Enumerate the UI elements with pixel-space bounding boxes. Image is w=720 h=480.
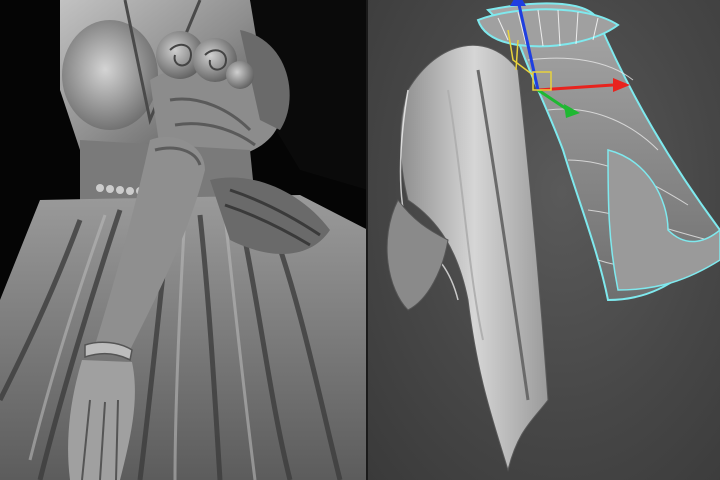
sculpt-render-panel bbox=[0, 0, 368, 480]
bust bbox=[62, 20, 158, 130]
viewport-canvas[interactable] bbox=[368, 0, 720, 480]
sculpt-render-image bbox=[0, 0, 368, 480]
z-axis-arrow bbox=[510, 0, 526, 6]
split-screenshot bbox=[0, 0, 720, 480]
viewport-panel[interactable] bbox=[368, 0, 720, 480]
